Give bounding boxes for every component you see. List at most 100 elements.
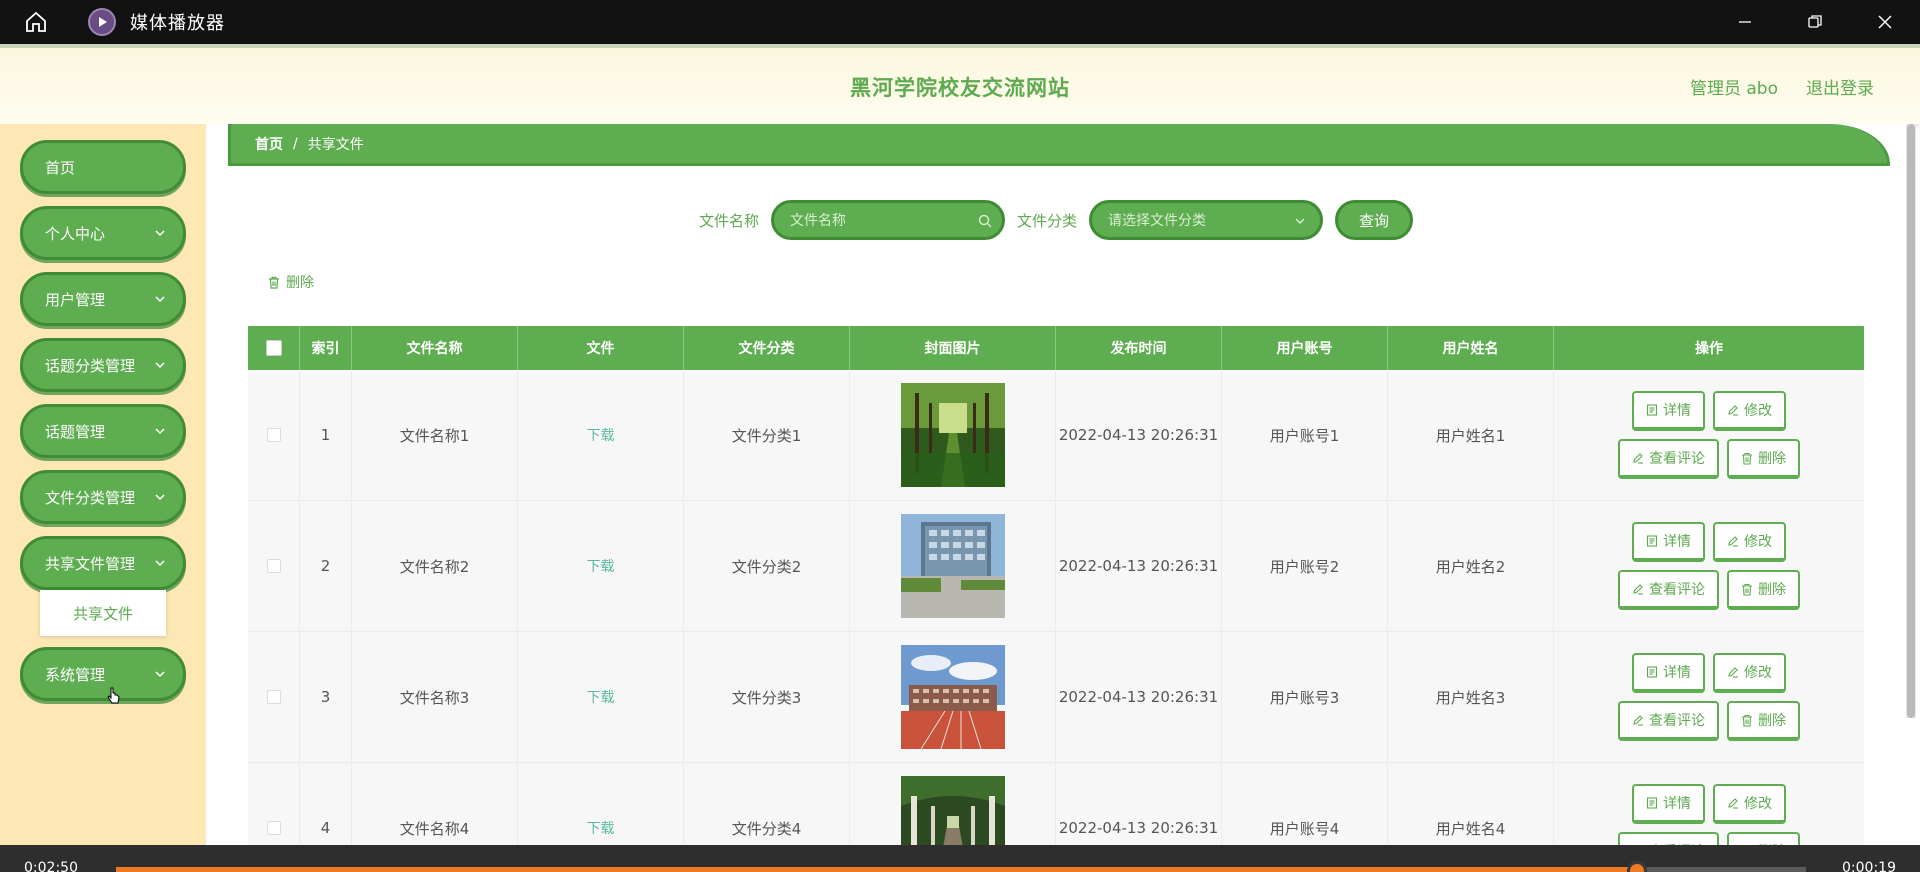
scrollbar-thumb[interactable]: [1907, 124, 1915, 718]
pointer-cursor-icon: [107, 687, 120, 704]
cover-image-running-track: [900, 645, 1005, 749]
breadcrumb: 首页 / 共享文件: [228, 124, 1890, 166]
sidebar-item-personal-center[interactable]: 个人中心: [20, 206, 186, 260]
view-comments-button[interactable]: 查看评论: [1618, 439, 1719, 479]
sidebar-item-label: 话题分类管理: [45, 356, 136, 375]
sidebar-item-user-management[interactable]: 用户管理: [20, 272, 186, 326]
select-all-cell: [248, 326, 300, 370]
user-label[interactable]: 管理员 abo: [1690, 74, 1778, 99]
detail-button[interactable]: 详情: [1632, 391, 1705, 431]
batch-delete-button[interactable]: 删除: [268, 272, 314, 292]
cover-cell: [850, 501, 1056, 631]
close-button[interactable]: [1850, 0, 1920, 44]
delete-label: 删除: [1758, 582, 1786, 598]
query-button[interactable]: 查询: [1335, 200, 1414, 240]
sidebar-subitem-shared-files[interactable]: 共享文件: [40, 590, 166, 636]
column-header: 操作: [1695, 341, 1723, 357]
row-checkbox[interactable]: [266, 428, 281, 442]
chevron-down-icon: [155, 296, 165, 303]
detail-button[interactable]: 详情: [1632, 784, 1705, 824]
vertical-scrollbar[interactable]: [1906, 124, 1916, 718]
breadcrumb-home[interactable]: 首页: [255, 134, 283, 154]
cover-image-garden-corridor: [900, 776, 1005, 848]
trash-icon: [269, 276, 279, 289]
edit-label: 修改: [1744, 665, 1772, 681]
edit-button[interactable]: 修改: [1713, 522, 1786, 562]
row-checkbox[interactable]: [266, 559, 281, 573]
file-category-select[interactable]: 请选择文件分类: [1089, 200, 1324, 240]
file-name-input[interactable]: 文件名称: [771, 200, 1005, 240]
sidebar-item-home[interactable]: 首页: [20, 140, 186, 194]
category-cell: 文件分类4: [684, 763, 850, 848]
seek-handle[interactable]: [1627, 861, 1647, 872]
index-cell: 3: [300, 632, 352, 762]
document-icon: [1646, 797, 1658, 809]
sidebar-item-system-management[interactable]: 系统管理: [20, 647, 186, 701]
minimize-button[interactable]: [1710, 0, 1780, 44]
restore-button[interactable]: [1780, 0, 1850, 44]
seek-bar[interactable]: [116, 861, 1806, 872]
category-cell: 文件分类2: [684, 501, 850, 631]
search-bar: 文件名称 文件名称 文件分类 请选择文件分类 查询: [206, 198, 1906, 242]
logout-link[interactable]: 退出登录: [1806, 74, 1874, 99]
player-controls: 0:02:50 0:00:19: [0, 845, 1920, 872]
file-name-cell: 文件名称2: [352, 501, 518, 631]
edit-pencil-icon: [1728, 536, 1738, 547]
table-row: 1 文件名称1 下载 文件分类1 2022-04-13 20:26:31 用户账…: [248, 370, 1864, 501]
sidebar-item-label: 话题管理: [45, 422, 106, 441]
publish-time-cell: 2022-04-13 20:26:31: [1056, 370, 1222, 500]
search-icon: [978, 214, 992, 228]
player-title: 媒体播放器: [130, 13, 225, 34]
delete-button[interactable]: 删除: [1727, 439, 1800, 479]
row-checkbox[interactable]: [266, 690, 281, 704]
site-header: 黑河学院校友交流网站 管理员 abo 退出登录: [0, 44, 1920, 124]
download-link[interactable]: 下载: [518, 370, 684, 500]
category-cell: 文件分类1: [684, 370, 850, 500]
trash-icon: [1742, 714, 1752, 727]
chevron-down-icon: [155, 428, 165, 435]
download-link[interactable]: 下载: [518, 501, 684, 631]
download-link[interactable]: 下载: [518, 632, 684, 762]
edit-button[interactable]: 修改: [1713, 784, 1786, 824]
view-comments-label: 查看评论: [1649, 451, 1705, 467]
sidebar-item-file-category-management[interactable]: 文件分类管理: [20, 470, 186, 524]
detail-button[interactable]: 详情: [1632, 522, 1705, 562]
elapsed-time: 0:02:50: [24, 860, 78, 872]
delete-button[interactable]: 删除: [1727, 570, 1800, 610]
index-cell: 2: [300, 501, 352, 631]
chevron-down-icon: [155, 494, 165, 501]
sidebar-item-label: 共享文件管理: [45, 554, 136, 573]
home-button[interactable]: [0, 0, 72, 44]
column-header: 用户账号: [1222, 326, 1388, 370]
breadcrumb-separator: /: [293, 135, 298, 152]
row-select-cell: [248, 501, 300, 631]
cover-image-campus-building: [900, 514, 1005, 618]
download-link[interactable]: 下载: [518, 763, 684, 848]
user-account-cell: 用户账号3: [1222, 632, 1388, 762]
sidebar-item-topic-management[interactable]: 话题管理: [20, 404, 186, 458]
table-header: 索引 文件名称 文件 文件分类 封面图片 发布时间 用户账号 用户姓名 操作: [248, 326, 1864, 370]
home-icon: [26, 11, 46, 32]
view-comments-button[interactable]: 查看评论: [1618, 570, 1719, 610]
sidebar-item-topic-category-management[interactable]: 话题分类管理: [20, 338, 186, 392]
file-category-label: 文件分类: [1017, 211, 1078, 230]
edit-button[interactable]: 修改: [1713, 391, 1786, 431]
sidebar-item-label: 首页: [45, 158, 76, 177]
row-checkbox[interactable]: [266, 821, 281, 835]
publish-time-cell: 2022-04-13 20:26:31: [1056, 632, 1222, 762]
delete-button[interactable]: 删除: [1727, 701, 1800, 741]
minimize-icon: [1739, 21, 1751, 23]
edit-button[interactable]: 修改: [1713, 653, 1786, 693]
cover-cell: [850, 370, 1056, 500]
chevron-down-icon: [155, 230, 165, 237]
view-comments-button[interactable]: 查看评论: [1618, 701, 1719, 741]
table-row: 2 文件名称2 下载 文件分类2 2022-04-13 20:26:31 用户账…: [248, 501, 1864, 632]
detail-button[interactable]: 详情: [1632, 653, 1705, 693]
publish-time-cell: 2022-04-13 20:26:31: [1056, 501, 1222, 631]
column-header: 索引: [300, 326, 352, 370]
shared-files-table: 索引 文件名称 文件 文件分类 封面图片 发布时间 用户账号 用户姓名 操作 1…: [248, 326, 1864, 848]
table-row: 4 文件名称4 下载 文件分类4 2022-04-13 20:26:31 用户账…: [248, 763, 1864, 848]
sidebar-item-shared-file-management[interactable]: 共享文件管理: [20, 536, 186, 590]
select-all-checkbox[interactable]: [265, 340, 282, 356]
trash-icon: [1742, 583, 1752, 596]
